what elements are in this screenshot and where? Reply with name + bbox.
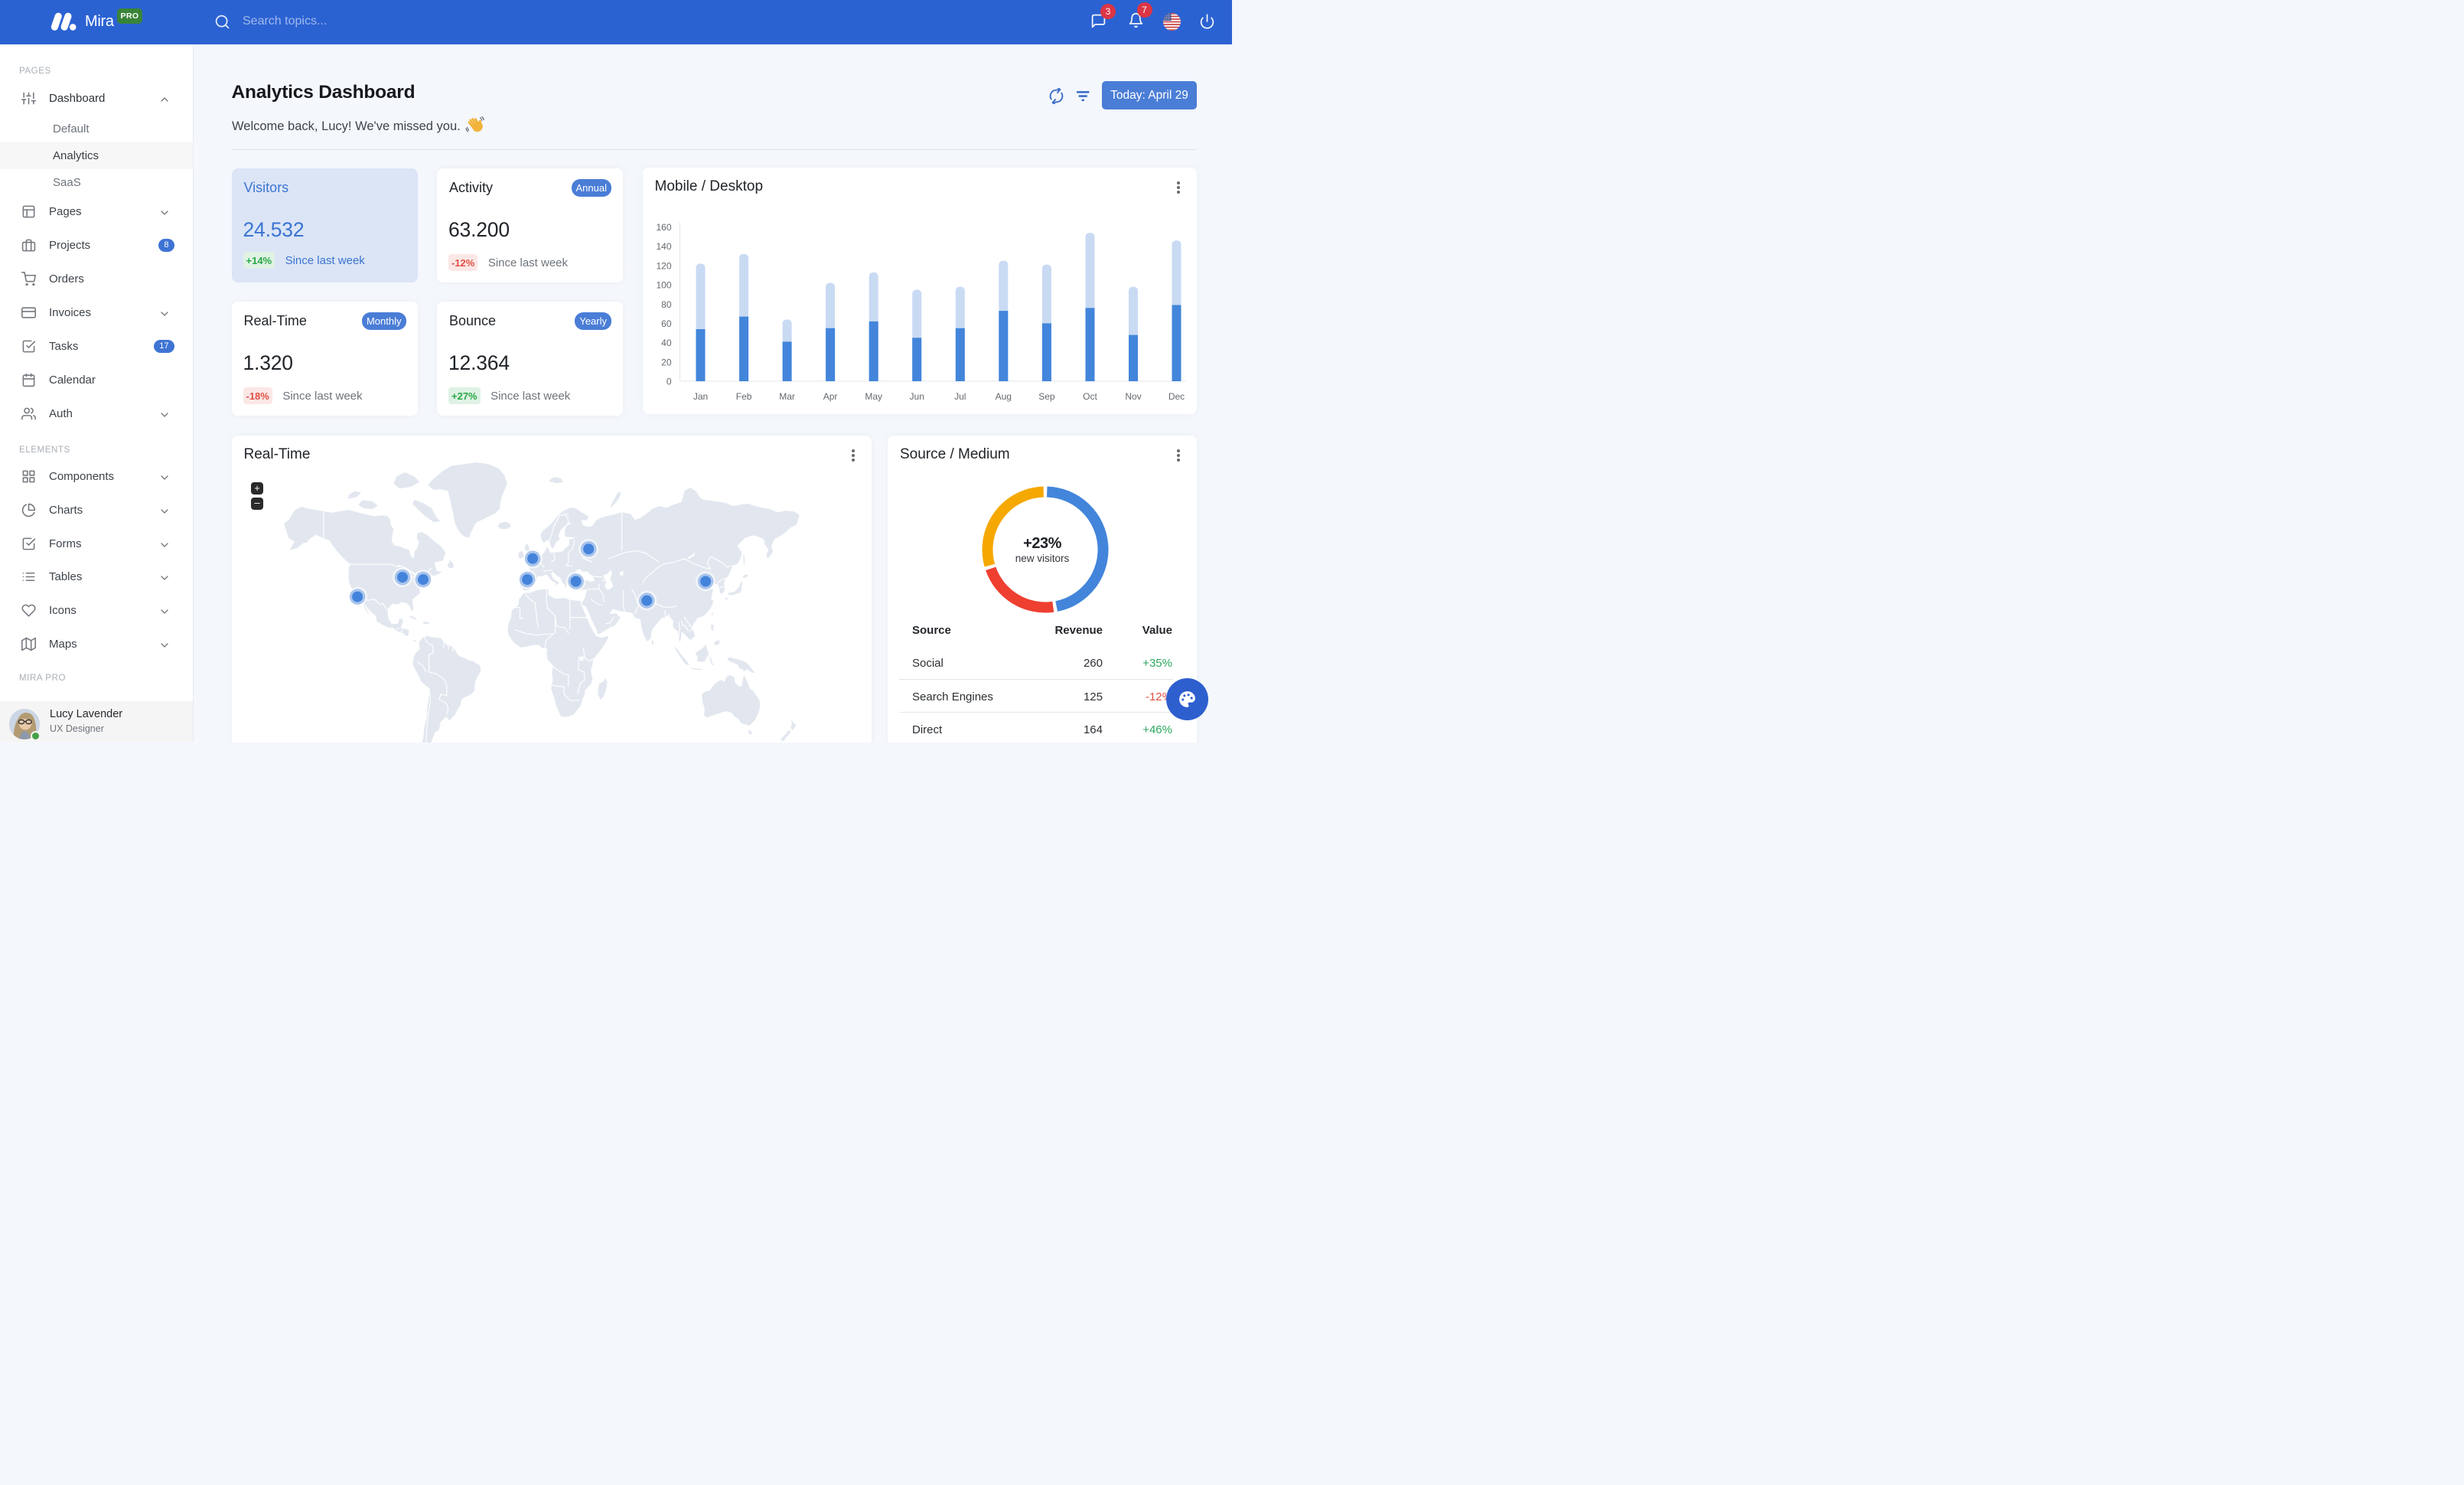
svg-text:Aug: Aug (995, 391, 1011, 402)
svg-text:20: 20 (661, 357, 672, 367)
svg-text:May: May (865, 391, 882, 402)
svg-text:140: 140 (656, 241, 671, 252)
svg-text:Jun: Jun (909, 391, 924, 402)
svg-text:Mar: Mar (779, 391, 795, 402)
svg-text:60: 60 (661, 318, 672, 329)
svg-text:Apr: Apr (823, 391, 837, 402)
svg-text:Dec: Dec (1168, 391, 1184, 402)
svg-text:Nov: Nov (1125, 391, 1141, 402)
svg-text:Jan: Jan (693, 391, 707, 402)
svg-text:80: 80 (661, 299, 672, 310)
svg-text:Oct: Oct (1083, 391, 1097, 402)
svg-text:40: 40 (661, 338, 672, 348)
svg-text:Jul: Jul (954, 391, 966, 402)
svg-text:100: 100 (656, 280, 671, 291)
svg-text:120: 120 (656, 260, 671, 271)
svg-text:Feb: Feb (735, 391, 751, 402)
svg-text:0: 0 (666, 377, 671, 387)
svg-text:160: 160 (656, 222, 671, 233)
svg-text:Sep: Sep (1038, 391, 1055, 402)
